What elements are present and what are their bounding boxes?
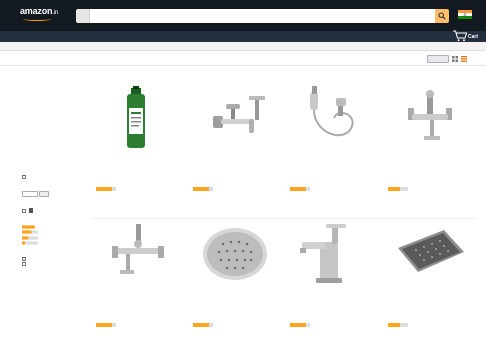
delivery-heading [22,169,80,173]
product-title[interactable] [290,294,374,309]
avg-review-heading [22,219,80,223]
cart-label: Cart [468,34,479,40]
product-rating[interactable] [388,322,410,327]
shop-by-category[interactable] [20,32,60,42]
prime-option [22,208,80,214]
product-title[interactable] [290,158,374,173]
pincode-row [22,191,80,198]
star-rating-icon [22,225,35,229]
product-title[interactable] [193,158,277,173]
pincode-heading [22,185,80,189]
wall-mixer-icon[interactable] [96,222,180,286]
star-rating-icon [388,322,408,327]
prime-checkbox[interactable] [22,208,26,213]
product-rating[interactable] [96,322,118,327]
see-more-link[interactable] [22,159,80,164]
prime-heading [22,202,80,206]
product-card[interactable] [290,222,374,340]
star-rating-icon [290,186,310,191]
product-price [290,316,374,321]
product-rating[interactable] [388,186,410,191]
star-rating-icon [193,186,213,191]
star-rating-icon [388,186,408,191]
product-card[interactable] [290,86,374,204]
filter-sidebar [22,70,80,278]
amazon-logo[interactable]: amazon.in [20,6,66,21]
star-rating-icon [96,322,116,327]
delivery-option [22,175,80,180]
smile-icon [23,17,51,21]
product-card[interactable] [388,86,472,204]
product-price [96,180,180,185]
round-shower-head-icon[interactable] [193,222,277,286]
product-title[interactable] [96,294,180,309]
row-divider [92,218,476,219]
product-rating[interactable] [96,186,118,191]
orders-link[interactable] [428,32,448,42]
product-price [96,316,180,321]
product-card[interactable] [193,86,277,204]
search-category-dropdown[interactable] [76,9,90,23]
account-menu[interactable] [388,32,422,42]
star-rating-icon [22,235,38,240]
product-title[interactable] [388,294,472,309]
india-flag-icon[interactable] [458,10,472,19]
product-price [193,180,277,185]
product-price [388,180,472,185]
star-rating-icon [22,230,38,234]
avg-review-item[interactable] [22,241,80,246]
product-card[interactable] [96,222,180,340]
brand-item [22,262,80,267]
product-title[interactable] [193,294,277,309]
nav-links [85,34,130,40]
search-icon [438,12,446,20]
sidebar-last-heading [22,272,80,276]
prime-badge [29,208,33,214]
product-rating[interactable] [290,186,312,191]
star-rating-icon [290,322,310,327]
star-rating-icon [22,241,38,245]
star-rating-icon [96,186,116,191]
grid-view-icon[interactable] [452,56,458,62]
logo-text: amazon [20,6,53,16]
logo-suffix: .in [52,10,59,16]
square-shower-head-icon[interactable] [388,222,472,286]
cart-icon [453,30,468,42]
cart-button[interactable]: Cart [452,28,482,42]
list-view-icon[interactable] [461,56,467,62]
search-bar [76,9,449,23]
green-bottle-icon[interactable] [96,86,180,150]
product-card[interactable] [96,86,180,204]
wall-faucet-icon[interactable] [193,86,277,150]
mixer-tap-icon[interactable] [388,86,472,150]
brand-checkbox[interactable] [22,262,26,267]
product-title[interactable] [388,158,472,173]
product-rating[interactable] [193,322,215,327]
brand-checkbox[interactable] [22,256,26,261]
product-price [388,316,472,321]
search-input[interactable] [90,9,435,23]
delivery-checkbox[interactable] [22,175,26,179]
product-rating[interactable] [290,322,312,327]
pillar-tap-icon[interactable] [290,222,374,286]
health-faucet-icon[interactable] [290,86,374,150]
category-subnav [0,42,486,51]
product-price [193,316,277,321]
sort-dropdown[interactable] [427,55,449,63]
product-title[interactable] [96,158,180,173]
pincode-input[interactable] [22,191,38,198]
search-button[interactable] [435,9,449,23]
sidebar-heading [22,75,80,79]
brand-heading [22,251,80,255]
product-rating[interactable] [193,186,215,191]
product-card[interactable] [388,222,472,340]
star-rating-icon [193,322,213,327]
pincode-go-button[interactable] [39,191,50,198]
results-bar [0,52,486,66]
product-card[interactable] [193,222,277,340]
product-price [290,180,374,185]
